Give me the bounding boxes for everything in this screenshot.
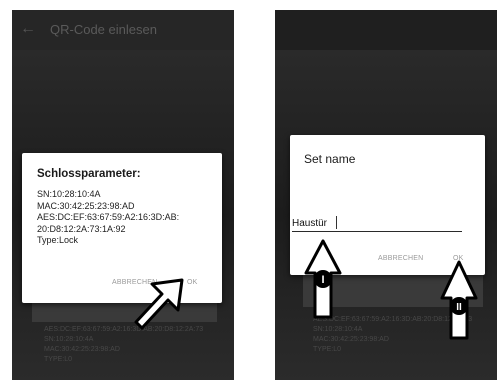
text-cursor xyxy=(336,216,337,229)
lock-parameters-list: SN:10:28:10:4A MAC:30:42:25:23:98:AD AES… xyxy=(37,189,217,247)
background-text: MAC:30:42:25:23:98:AD xyxy=(44,346,120,353)
param-sn: SN:10:28:10:4A xyxy=(37,189,101,199)
background-text: SN:10:28:10:4A xyxy=(313,326,363,333)
param-mac: MAC:30:42:25:23:98:AD xyxy=(37,200,135,211)
dialog-title: Schlossparameter: xyxy=(37,168,141,180)
background-text: MAC:30:42:25:23:98:AD xyxy=(313,336,389,343)
background-text: TYPE:L0 xyxy=(313,346,342,353)
lock-parameters-dialog: Schlossparameter: SN:10:28:10:4A MAC:30:… xyxy=(22,153,222,303)
back-arrow-icon[interactable]: ← xyxy=(20,20,36,38)
background-text: SN:10:28:10:4A xyxy=(44,336,94,343)
background-text: TYPE:L0 xyxy=(44,356,73,363)
app-bar-title: QR-Code einlesen xyxy=(50,22,157,37)
app-bar: ← QR-Code einlesen xyxy=(12,10,234,50)
cancel-button[interactable]: ABBRECHEN xyxy=(378,255,423,262)
name-input[interactable] xyxy=(292,215,462,232)
app-bar xyxy=(275,10,497,50)
step-marker-2: II xyxy=(456,302,462,313)
phone-screen-left: ← QR-Code einlesen AES:DC:EF:63:67:59:A2… xyxy=(12,10,234,380)
param-aes-cont: 20:D8:12:2A:73:1A:92 xyxy=(37,223,126,234)
step-marker-1: I xyxy=(321,274,324,286)
up-arrow-icon: II xyxy=(440,260,478,340)
param-type: Type:Lock xyxy=(37,235,79,245)
param-aes: AES:DC:EF:63:67:59:A2:16:3D:AB: xyxy=(37,212,180,222)
pointer-arrow-icon xyxy=(134,278,184,330)
dialog-title: Set name xyxy=(304,152,356,166)
up-arrow-icon: I xyxy=(304,239,342,319)
